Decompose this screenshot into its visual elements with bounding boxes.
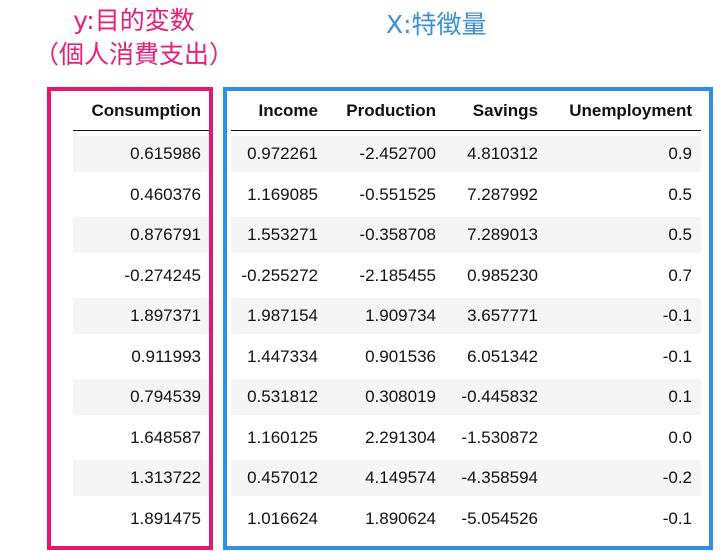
feature-variables-label: X:特徴量 [386, 10, 487, 39]
target-variable-label: y:目的変数 （個人消費支出） [0, 4, 268, 72]
target-variable-subtitle: （個人消費支出） [33, 40, 234, 69]
target-variable-box [47, 87, 213, 550]
feature-variables-box [223, 87, 713, 550]
target-variable-title: y:目的変数 [73, 6, 195, 35]
